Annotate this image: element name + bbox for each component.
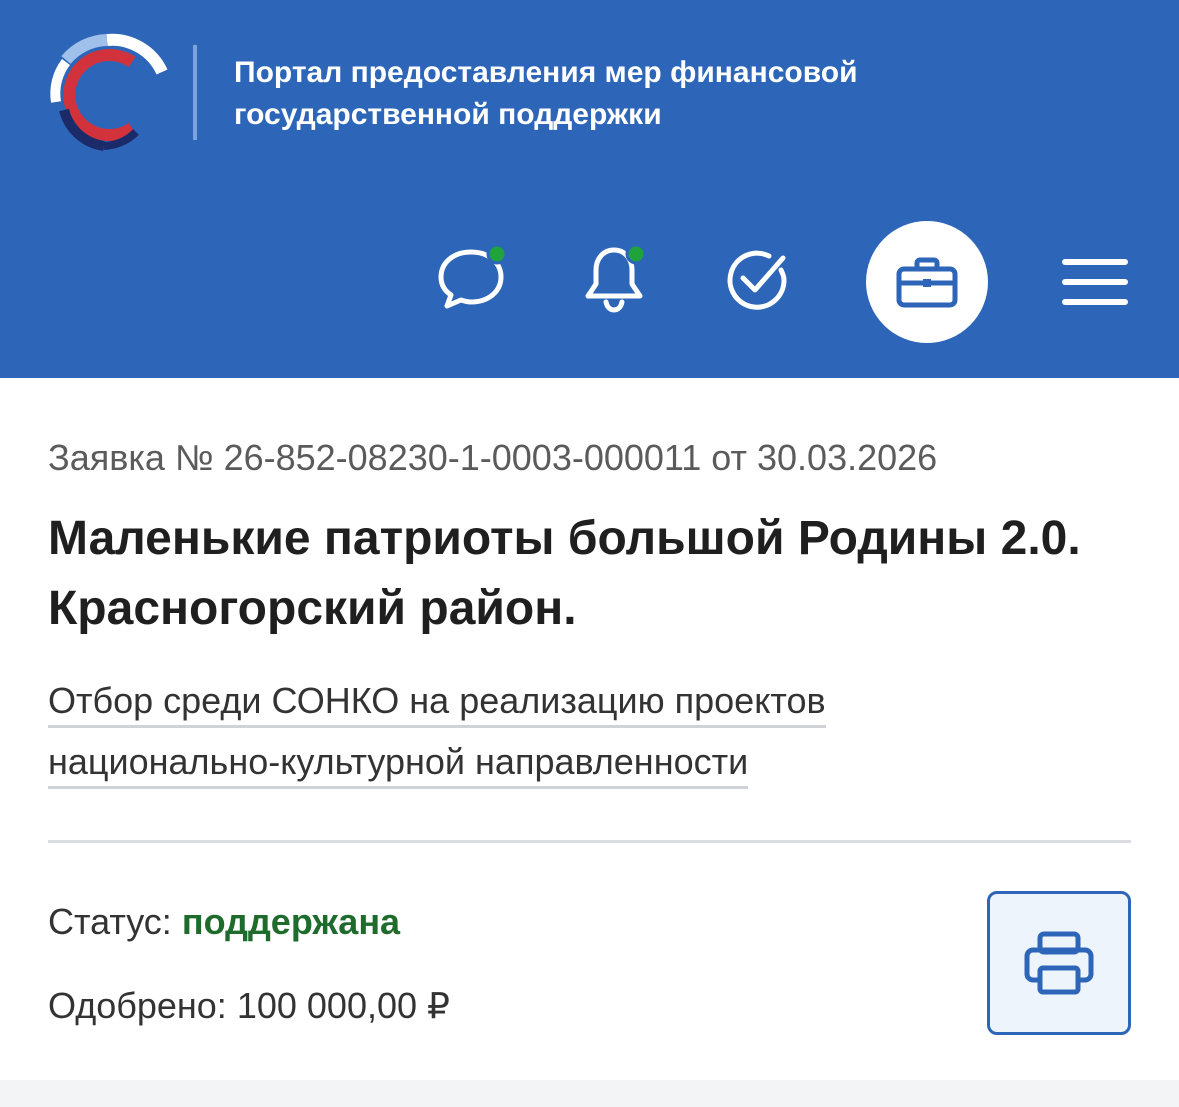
tasks-button[interactable] [715,236,799,320]
selection-link-text[interactable]: Отбор среди СОНКО на реализацию проектов… [48,680,826,789]
bell-icon [585,243,647,313]
portal-logo-icon[interactable] [44,32,170,158]
approved-row: Одобрено: 100 000,00 ₽ [48,982,450,1030]
notifications-button[interactable] [572,236,656,320]
messages-button[interactable] [429,236,513,320]
chat-icon [438,243,508,309]
status-label: Статус: [48,901,172,942]
section-divider [48,840,1131,843]
portal-title[interactable]: Портал предоставления мер финансовой гос… [234,52,1054,136]
print-button[interactable] [987,891,1131,1035]
logo-divider [193,45,197,140]
application-number: Заявка № 26-852-08230-1-0003-000011 от 3… [48,437,938,478]
briefcase-icon [896,257,958,308]
top-header: Портал предоставления мер финансовой гос… [0,0,1179,378]
status-value: поддержана [181,901,401,942]
menu-icon[interactable] [1058,253,1132,311]
bottom-strip [0,1080,1179,1107]
selection-link[interactable]: Отбор среди СОНКО на реализацию проектов… [48,670,948,792]
project-title: Маленькие патриоты большой Родины 2.0. К… [48,512,1081,635]
status-row: Статус: поддержана [48,898,400,946]
organization-cabinet-button[interactable] [866,221,988,343]
check-circle-icon [727,250,787,310]
printer-icon [1024,931,1094,995]
approved-amount: 100 000,00 ₽ [236,985,450,1026]
approved-label: Одобрено: [48,985,227,1026]
